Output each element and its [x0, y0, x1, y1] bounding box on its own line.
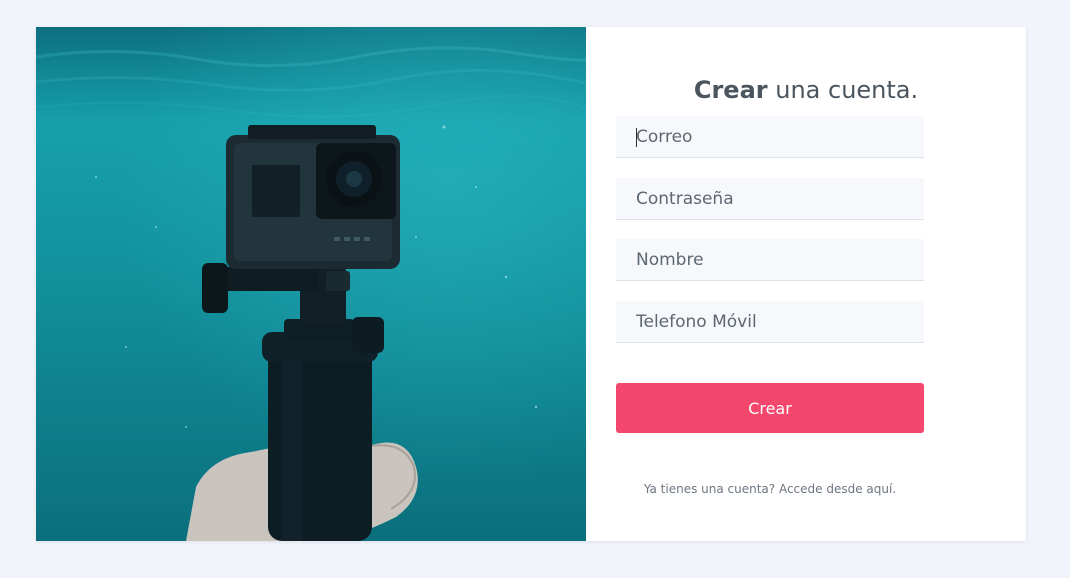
login-link[interactable]: Ya tienes una cuenta? Accede desde aquí.	[550, 482, 990, 496]
title-bold: Crear	[693, 76, 768, 104]
form-panel: Crear una cuenta.	[586, 27, 1026, 541]
page-title: Crear una cuenta.	[586, 76, 1026, 104]
mobile-phone-field[interactable]	[616, 301, 924, 343]
password-field[interactable]	[616, 178, 924, 220]
name-field[interactable]	[616, 239, 924, 281]
hero-photo	[36, 27, 586, 541]
signup-card: Crear una cuenta.	[36, 27, 1026, 541]
text-cursor	[636, 128, 637, 147]
create-account-button[interactable]: Crear	[616, 383, 924, 433]
email-field[interactable]	[616, 116, 924, 158]
title-rest: una cuenta.	[767, 76, 919, 104]
